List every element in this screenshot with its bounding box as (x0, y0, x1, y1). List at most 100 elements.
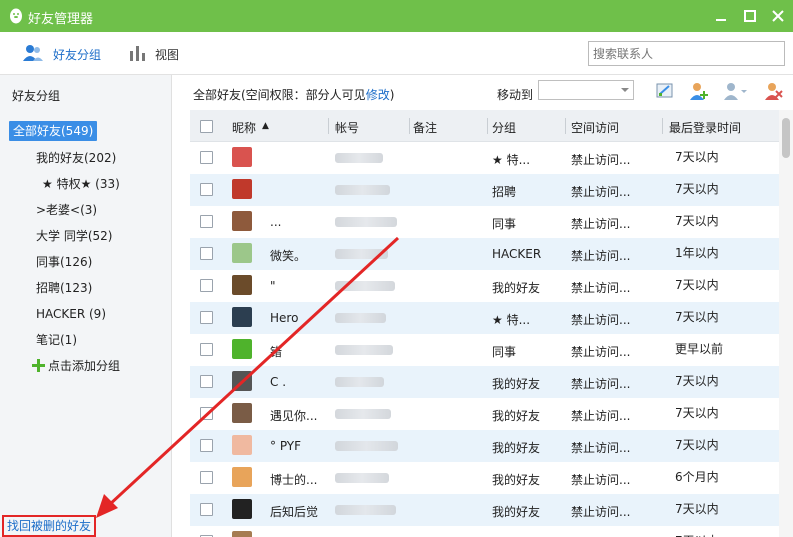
table-row[interactable]: ... 同事 禁止访问... 7天以内 (190, 206, 779, 238)
sidebar-item-classmates[interactable]: 大学 同学(52) (36, 226, 112, 246)
scrollbar-thumb[interactable] (782, 118, 790, 158)
column-space-access[interactable]: 空间访问 (571, 119, 619, 136)
table-row[interactable]: 博士的... 我的好友 禁止访问... 6个月内 (190, 462, 779, 494)
row-checkbox[interactable] (200, 311, 213, 324)
account-cell-redacted (335, 313, 386, 323)
group-cell: ★ 特... (492, 313, 531, 327)
row-checkbox[interactable] (200, 375, 213, 388)
sidebar-item-wife[interactable]: >老婆<(3) (36, 200, 97, 220)
nickname-cell: Hero (270, 311, 299, 325)
title-bar: 好友管理器 (0, 0, 793, 32)
vertical-scrollbar[interactable] (779, 110, 793, 537)
account-cell-redacted (335, 409, 391, 419)
table-row[interactable]: C . 我的好友 禁止访问... 7天以内 (190, 366, 779, 398)
row-checkbox[interactable] (200, 215, 213, 228)
column-group[interactable]: 分组 (492, 119, 516, 136)
recover-deleted-friends-link[interactable]: 找回被删的好友 (2, 515, 96, 537)
window-title: 好友管理器 (28, 12, 94, 27)
close-icon[interactable] (770, 8, 786, 24)
plus-icon (32, 359, 45, 372)
row-checkbox[interactable] (200, 343, 213, 356)
row-checkbox[interactable] (200, 247, 213, 260)
last-login-cell: 6个月内 (675, 470, 719, 484)
table-row[interactable]: 招聘 禁止访问... 7天以内 (190, 174, 779, 206)
avatar (232, 371, 252, 391)
last-login-cell: 7天以内 (675, 438, 719, 452)
table-row[interactable]: " 我的好友 禁止访问... 7天以内 (190, 270, 779, 302)
group-cell: 我的好友 (492, 473, 541, 487)
users-icon (23, 45, 43, 61)
row-checkbox[interactable] (200, 279, 213, 292)
row-checkbox[interactable] (200, 151, 213, 164)
table-row[interactable]: 遇见你... 我的好友 禁止访问... 7天以内 (190, 398, 779, 430)
sidebar-item-notes[interactable]: 笔记(1) (36, 330, 77, 350)
sidebar-item-hacker[interactable]: HACKER (9) (36, 304, 106, 324)
friends-group-tab[interactable]: 好友分组 (22, 43, 101, 63)
sidebar-item-privileged[interactable]: ★ 特权★ (33) (42, 174, 120, 194)
group-cell: 我的好友 (492, 441, 541, 455)
edit-note-icon[interactable] (655, 81, 675, 101)
avatar (232, 403, 252, 423)
table-row[interactable]: Hero ★ 特... 禁止访问... 7天以内 (190, 302, 779, 334)
column-last-login[interactable]: 最后登录时间 (669, 119, 741, 136)
row-checkbox[interactable] (200, 183, 213, 196)
table-row[interactable]: 我的好友禁止访问...7天以内 (190, 526, 779, 537)
sort-asc-icon: ▲ (262, 121, 269, 131)
column-remark[interactable]: 备注 (413, 119, 437, 136)
table-row[interactable]: 后知后觉 我的好友 禁止访问... 7天以内 (190, 494, 779, 526)
row-checkbox[interactable] (200, 471, 213, 484)
row-checkbox[interactable] (200, 439, 213, 452)
select-all-checkbox[interactable] (200, 120, 213, 133)
avatar (232, 147, 252, 167)
nickname-cell: 博士的... (270, 473, 318, 487)
user-settings-icon[interactable] (723, 81, 749, 101)
row-checkbox[interactable] (200, 503, 213, 516)
last-login-cell: 1年以内 (675, 246, 719, 260)
last-login-cell: 7天以内 (675, 374, 719, 388)
add-user-icon[interactable] (689, 81, 709, 101)
sidebar: 好友分组 全部好友(549) 我的好友(202) ★ 特权★ (33) >老婆<… (0, 75, 172, 537)
avatar (232, 499, 252, 519)
chevron-down-icon (621, 88, 629, 92)
account-cell-redacted (335, 217, 397, 227)
maximize-icon[interactable] (742, 8, 758, 24)
nickname-cell: 遇见你... (270, 409, 318, 423)
space-access-cell: 禁止访问... (571, 217, 631, 231)
table-row[interactable]: ° PYF 我的好友 禁止访问... 7天以内 (190, 430, 779, 462)
group-cell: 我的好友 (492, 377, 541, 391)
all-friends-summary: 全部好友(空间权限：部分人可见修改) (193, 86, 394, 103)
sidebar-item-recruiting[interactable]: 招聘(123) (36, 278, 92, 298)
space-access-cell: 禁止访问... (571, 377, 631, 391)
column-separator (328, 118, 329, 134)
edit-permission-link[interactable]: 修改 (366, 88, 390, 102)
avatar (232, 531, 252, 537)
remove-user-icon[interactable] (764, 81, 784, 101)
group-cell: 我的好友 (492, 281, 541, 295)
add-group-button[interactable]: 点击添加分组 (32, 356, 120, 376)
table-row[interactable]: 微笑。 HACKER 禁止访问... 1年以内 (190, 238, 779, 270)
sidebar-item-my-friends[interactable]: 我的好友(202) (36, 148, 116, 168)
bar-chart-icon (130, 46, 145, 61)
view-label: 视图 (155, 48, 180, 62)
minimize-icon[interactable] (713, 8, 729, 24)
column-account[interactable]: 帐号 (335, 119, 359, 136)
column-nickname[interactable]: 昵称 (232, 119, 256, 136)
table-row[interactable]: 错 同事 禁止访问... 更早以前 (190, 334, 779, 366)
main-header: 全部好友(空间权限：部分人可见修改) 移动到 (172, 75, 793, 110)
row-checkbox[interactable] (200, 407, 213, 420)
friends-table: 昵称 ▲ 帐号 备注 分组 空间访问 最后登录时间 ★ 特... 禁止访问... 7… (190, 110, 779, 537)
sidebar-item-all-friends[interactable]: 全部好友(549) (9, 121, 98, 141)
search-input[interactable] (588, 41, 785, 66)
view-tab[interactable]: 视图 (128, 43, 179, 63)
nickname-cell: ... (270, 215, 282, 229)
account-cell-redacted (335, 473, 389, 483)
space-access-cell: 禁止访问... (571, 409, 631, 423)
group-cell: 招聘 (492, 185, 517, 199)
space-access-cell: 禁止访问... (571, 281, 631, 295)
space-access-cell: 禁止访问... (571, 185, 631, 199)
sidebar-item-colleagues[interactable]: 同事(126) (36, 252, 92, 272)
last-login-cell: 更早以前 (675, 342, 724, 356)
table-row[interactable]: ★ 特... 禁止访问... 7天以内 (190, 142, 779, 174)
move-to-select[interactable] (538, 80, 634, 100)
table-header: 昵称 ▲ 帐号 备注 分组 空间访问 最后登录时间 (190, 110, 779, 142)
